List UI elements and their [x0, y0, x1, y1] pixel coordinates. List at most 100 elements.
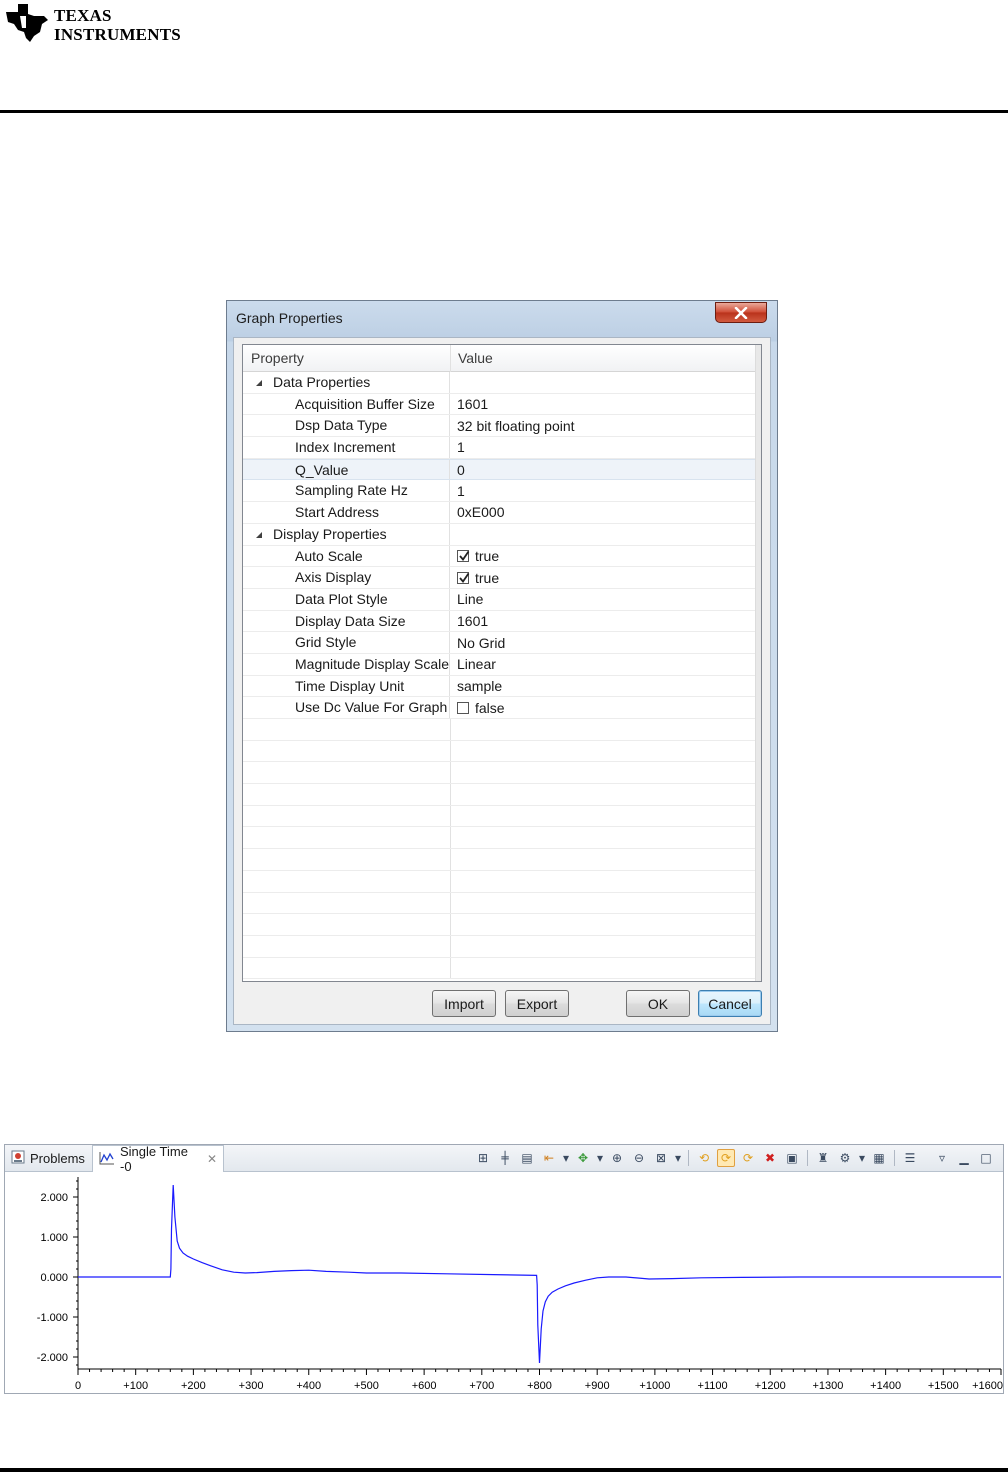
property-value-cell[interactable]: 1 — [457, 480, 465, 501]
properties-icon[interactable]: ▦ — [870, 1149, 888, 1167]
property-row[interactable]: Acquisition Buffer Size 1601 — [243, 393, 759, 416]
maximize-icon[interactable]: □ — [977, 1149, 995, 1167]
property-value: 1601 — [457, 612, 489, 629]
dialog-titlebar[interactable]: Graph Properties — [227, 301, 777, 337]
minimize-icon[interactable]: ▁ — [955, 1149, 973, 1167]
marker-icon[interactable]: ⇤ — [540, 1149, 558, 1167]
tab-single-time[interactable]: Single Time -0 ✕ — [92, 1144, 224, 1174]
dropdown-icon[interactable]: ▾ — [674, 1149, 682, 1167]
property-row[interactable]: Sampling Rate Hz 1 — [243, 480, 759, 503]
property-value-cell[interactable]: 32 bit floating point — [457, 415, 575, 436]
settings-icon[interactable]: ⚙ — [836, 1149, 854, 1167]
property-value-cell[interactable]: 1601 — [457, 611, 488, 632]
property-value: 1 — [457, 482, 465, 499]
property-value: 1601 — [457, 396, 489, 413]
property-row[interactable]: Index Increment 1 — [243, 437, 759, 459]
property-row[interactable]: Magnitude Display Scale Linear — [243, 653, 759, 676]
property-name: Start Address — [295, 504, 380, 521]
checkbox[interactable] — [457, 571, 470, 584]
empty-grid-row — [243, 870, 759, 893]
category-label: Data Properties — [273, 374, 371, 390]
property-row[interactable]: Time Display Unit sample — [243, 675, 759, 698]
vertical-scrollbar[interactable] — [755, 345, 761, 981]
property-row[interactable]: Axis Display true — [243, 567, 759, 589]
property-rows: Data Properties Acquisition Buffer Size 16… — [243, 372, 759, 980]
property-value-cell[interactable]: true — [457, 546, 499, 567]
star-icon[interactable]: ✥ — [574, 1149, 592, 1167]
export-button[interactable]: Export — [505, 990, 569, 1017]
close-button[interactable] — [715, 302, 767, 323]
measure-icon[interactable]: ▤ — [518, 1149, 536, 1167]
property-value-cell[interactable]: sample — [457, 676, 502, 697]
tab-problems[interactable]: Problems — [5, 1145, 91, 1171]
refresh-icon[interactable]: ⟲ — [695, 1149, 713, 1167]
category-row[interactable]: Data Properties — [243, 372, 759, 394]
property-value-cell[interactable]: 0xE000 — [457, 502, 504, 523]
dropdown-icon[interactable]: ▾ — [596, 1149, 604, 1167]
column-separator[interactable] — [450, 345, 451, 372]
crosshair-icon[interactable]: ╪ — [496, 1149, 514, 1167]
property-name: Magnitude Display Scale — [295, 655, 450, 672]
property-grid-header: Property Value — [243, 345, 759, 372]
y-tick-label: -2.000 — [37, 1352, 68, 1364]
property-name: Axis Display — [295, 569, 372, 586]
dialog-client-area: Property Value Data Properties Acquisitio… — [233, 337, 771, 1025]
cancel-button[interactable]: Cancel — [698, 990, 762, 1017]
x-tick-label: +100 — [123, 1380, 148, 1392]
property-value: false — [475, 699, 505, 716]
column-header-value[interactable]: Value — [458, 350, 493, 366]
expand-triangle-icon[interactable] — [256, 531, 262, 538]
empty-grid-row — [243, 740, 759, 763]
graph-icon — [99, 1151, 115, 1168]
ti-state-mark-icon — [6, 4, 48, 42]
property-row[interactable]: Use Dc Value For Graph false — [243, 697, 759, 719]
category-row[interactable]: Display Properties — [243, 523, 759, 546]
align-icon[interactable]: ⊞ — [474, 1149, 492, 1167]
find-icon[interactable]: ♜ — [814, 1149, 832, 1167]
zoom-out-icon[interactable]: ⊖ — [630, 1149, 648, 1167]
property-value-cell[interactable]: true — [457, 567, 499, 588]
import-button[interactable]: Import — [432, 990, 496, 1017]
refresh-all-icon[interactable]: ⟳ — [739, 1149, 757, 1167]
x-tick-label: +300 — [239, 1380, 264, 1392]
y-tick-label: 0.000 — [40, 1272, 68, 1284]
layout-icon[interactable]: ☰ — [901, 1149, 919, 1167]
property-name: Use Dc Value For Graph — [295, 699, 448, 716]
property-row[interactable]: Auto Scale true — [243, 545, 759, 568]
checkbox[interactable] — [457, 701, 469, 714]
checkbox[interactable] — [457, 549, 470, 562]
toolbar-separator — [807, 1150, 808, 1166]
property-name: Sampling Rate Hz — [295, 482, 408, 499]
x-tick-label: +700 — [469, 1380, 494, 1392]
export-icon[interactable]: ▣ — [783, 1149, 801, 1167]
tab-close-icon[interactable]: ✕ — [207, 1152, 217, 1166]
view-menu-icon[interactable]: ▿ — [933, 1149, 951, 1167]
property-value-cell[interactable]: 1601 — [457, 394, 488, 415]
property-row[interactable]: Data Plot Style Line — [243, 588, 759, 611]
expand-triangle-icon[interactable] — [256, 380, 262, 386]
series-line[interactable] — [78, 1184, 1001, 1364]
property-row[interactable]: Dsp Data Type 32 bit floating point — [243, 415, 759, 438]
zoom-in-icon[interactable]: ⊕ — [608, 1149, 626, 1167]
property-row[interactable]: Display Data Size 1601 — [243, 610, 759, 633]
dropdown-icon[interactable]: ▾ — [562, 1149, 570, 1167]
continuous-refresh-icon[interactable]: ⟳ — [717, 1149, 735, 1167]
property-grid[interactable]: Property Value Data Properties Acquisitio… — [242, 344, 762, 982]
dropdown-icon[interactable]: ▾ — [858, 1149, 866, 1167]
x-tick-label: +800 — [527, 1380, 552, 1392]
property-row[interactable]: Start Address 0xE000 — [243, 502, 759, 524]
property-value-cell[interactable]: false — [457, 697, 505, 718]
property-row[interactable]: Q_Value 0 — [243, 458, 759, 481]
property-value-cell[interactable]: 1 — [457, 437, 465, 458]
property-value-cell[interactable]: Line — [457, 589, 483, 610]
property-value-cell[interactable]: Linear — [457, 654, 496, 675]
time-domain-plot[interactable]: 2.000 1.000 0.000 -1.000 -2.000 0 +100 +200 +300… — [5, 1171, 1003, 1393]
delete-icon[interactable]: ✖ — [761, 1149, 779, 1167]
x-tick-label: +1600 — [972, 1380, 1003, 1392]
ok-button[interactable]: OK — [626, 990, 690, 1017]
zoom-fit-icon[interactable]: ⊠ — [652, 1149, 670, 1167]
column-header-property[interactable]: Property — [251, 350, 304, 366]
property-value-cell[interactable]: 0 — [457, 460, 465, 480]
property-value-cell[interactable]: No Grid — [457, 632, 505, 653]
property-row[interactable]: Grid Style No Grid — [243, 632, 759, 654]
